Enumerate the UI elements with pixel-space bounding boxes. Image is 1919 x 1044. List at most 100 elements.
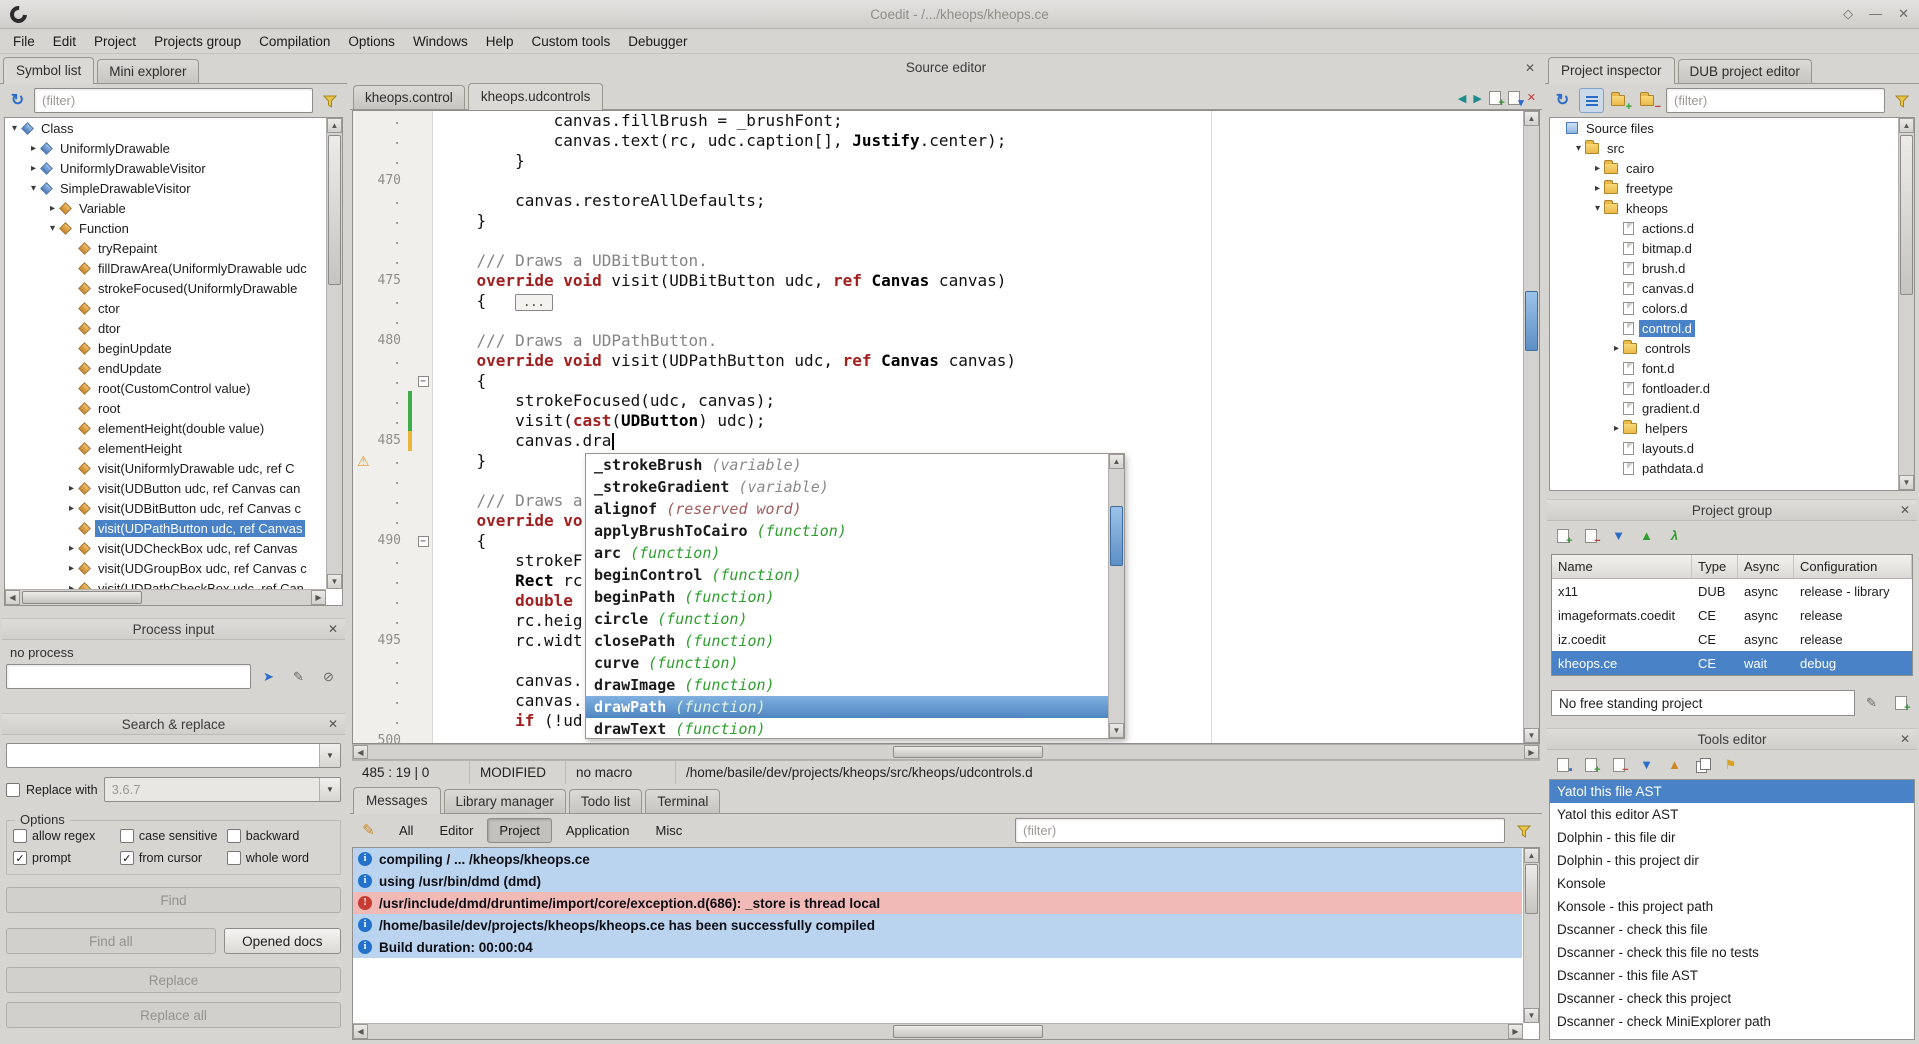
scroll-arrow[interactable]: ▲ xyxy=(1109,454,1124,469)
completion-vscrollbar[interactable]: ▲▼ xyxy=(1108,454,1124,738)
tool-item[interactable]: Dolphin - this file dir xyxy=(1550,826,1914,849)
expand-icon[interactable]: ▸ xyxy=(65,503,78,514)
file-item[interactable]: fontloader.d xyxy=(1550,378,1914,398)
file-item[interactable]: canvas.d xyxy=(1550,278,1914,298)
tools-editor-close-button[interactable]: ✕ xyxy=(1900,732,1910,746)
menu-projects-group[interactable]: Projects group xyxy=(145,31,250,52)
new-document-button[interactable]: + xyxy=(1489,91,1501,105)
code-line[interactable]: . canvas.restoreAllDefaults; xyxy=(353,191,1539,211)
scroll-arrow[interactable]: ◀ xyxy=(353,745,368,759)
fold-collapse-icon[interactable]: − xyxy=(418,536,429,547)
symbol-filter-clear-button[interactable] xyxy=(317,88,342,113)
scroll-arrow[interactable]: ▲ xyxy=(1524,111,1539,126)
opened-docs-button[interactable]: Opened docs xyxy=(224,928,341,954)
completion-item[interactable]: closePath(function) xyxy=(586,630,1124,652)
document-tab-kheops-udcontrols[interactable]: kheops.udcontrols xyxy=(468,83,604,110)
code-line[interactable]: . override void visit(UDPathButton udc, … xyxy=(353,351,1539,371)
symbol-item[interactable]: ▸visit(UDButton udc, ref Canvas can xyxy=(5,478,342,498)
remove-project-button[interactable]: − xyxy=(1578,523,1603,548)
messages-hscrollbar[interactable]: ◀▶ xyxy=(353,1023,1523,1039)
tree-view-toggle-button[interactable] xyxy=(1579,88,1604,113)
scroll-arrow[interactable]: ▶ xyxy=(311,590,326,605)
replace-input[interactable] xyxy=(105,782,319,797)
project-row[interactable]: x11DUBasyncrelease - library xyxy=(1552,579,1912,603)
scroll-thumb[interactable] xyxy=(328,135,341,285)
column-header-type[interactable]: Type xyxy=(1692,555,1738,578)
symbol-item[interactable]: dtor xyxy=(5,318,342,338)
completion-item[interactable]: beginPath(function) xyxy=(586,586,1124,608)
menu-help[interactable]: Help xyxy=(477,31,523,52)
scroll-thumb[interactable] xyxy=(1900,135,1913,295)
refresh-symbols-button[interactable]: ↻ xyxy=(5,88,30,113)
code-line[interactable]: . canvas.text(rc, udc.caption[], Justify… xyxy=(353,131,1539,151)
whole-word-checkbox[interactable] xyxy=(227,851,241,865)
move-project-down-button[interactable]: ▼ xyxy=(1606,523,1631,548)
tab-messages[interactable]: Messages xyxy=(353,787,441,814)
message-row[interactable]: !/usr/include/dmd/druntime/import/core/e… xyxy=(353,892,1522,914)
menu-file[interactable]: File xyxy=(4,31,44,52)
completion-item[interactable]: drawPath(function) xyxy=(586,696,1124,718)
add-folder-button[interactable]: + xyxy=(1608,88,1633,113)
symbol-item[interactable]: elementHeight xyxy=(5,438,342,458)
code-line[interactable]: 480 /// Draws a UDPathButton. xyxy=(353,331,1539,351)
symbol-item[interactable]: tryRepaint xyxy=(5,238,342,258)
from-cursor-checkbox[interactable]: ✓ xyxy=(120,851,134,865)
scroll-thumb[interactable] xyxy=(893,1025,1043,1038)
file-item[interactable]: ▾src xyxy=(1550,138,1914,158)
file-item[interactable]: ▸helpers xyxy=(1550,418,1914,438)
prompt-checkbox[interactable]: ✓ xyxy=(13,851,27,865)
source-editor-close-button[interactable]: ✕ xyxy=(1525,61,1535,75)
code-line[interactable]: . } xyxy=(353,151,1539,171)
code-line[interactable]: . /// Draws a UDBitButton. xyxy=(353,251,1539,271)
tab-todo-list[interactable]: Todo list xyxy=(569,789,643,813)
detach-document-button[interactable]: ▾ xyxy=(1508,91,1520,105)
move-tool-up-button[interactable]: ▲ xyxy=(1662,752,1687,777)
clone-tool-button[interactable] xyxy=(1690,752,1715,777)
expand-icon[interactable]: ▸ xyxy=(65,543,78,554)
window-restore-button[interactable]: ◇ xyxy=(1843,6,1853,22)
completion-item[interactable]: beginControl(function) xyxy=(586,564,1124,586)
scroll-arrow[interactable]: ▲ xyxy=(1524,848,1539,863)
scroll-thumb[interactable] xyxy=(1525,864,1538,914)
close-document-button[interactable]: ✕ xyxy=(1527,91,1536,105)
code-line[interactable]: . } xyxy=(353,211,1539,231)
scroll-arrow[interactable]: ◀ xyxy=(353,1024,368,1039)
remove-folder-button[interactable]: − xyxy=(1637,88,1662,113)
scroll-arrow[interactable]: ▲ xyxy=(1899,118,1914,133)
expand-icon[interactable]: ▸ xyxy=(27,163,40,174)
symbol-item[interactable]: strokeFocused(UniformlyDrawable xyxy=(5,278,342,298)
menu-windows[interactable]: Windows xyxy=(404,31,477,52)
project-row[interactable]: iz.coeditCEasyncrelease xyxy=(1552,627,1912,651)
search-input[interactable] xyxy=(7,748,319,763)
process-cancel-button[interactable]: ⊘ xyxy=(316,664,341,689)
process-send-button[interactable]: ➤ xyxy=(256,664,281,689)
symbol-item[interactable]: root xyxy=(5,398,342,418)
nav-forward-button[interactable]: ▶ xyxy=(1473,92,1481,105)
scroll-thumb[interactable] xyxy=(893,746,1043,758)
symbol-item[interactable]: ctor xyxy=(5,298,342,318)
menu-custom-tools[interactable]: Custom tools xyxy=(522,31,619,52)
completion-item[interactable]: _strokeBrush(variable) xyxy=(586,454,1124,476)
message-row[interactable]: i/home/basile/dev/projects/kheops/kheops… xyxy=(353,914,1522,936)
scroll-arrow[interactable]: ▼ xyxy=(1524,728,1539,743)
symbol-item[interactable]: endUpdate xyxy=(5,358,342,378)
completion-item[interactable]: circle(function) xyxy=(586,608,1124,630)
symbol-item[interactable]: ▾SimpleDrawableVisitor xyxy=(5,178,342,198)
process-edit-button[interactable]: ✎ xyxy=(286,664,311,689)
replace-with-checkbox[interactable] xyxy=(6,783,20,797)
process-input-close-button[interactable]: ✕ xyxy=(328,622,338,636)
symbol-item[interactable]: root(CustomControl value) xyxy=(5,378,342,398)
tool-item[interactable]: Konsole - this project path xyxy=(1550,895,1914,918)
replace-dropdown-button[interactable]: ▼ xyxy=(319,778,340,801)
completion-item[interactable]: drawText(function) xyxy=(586,718,1124,739)
code-line[interactable]: . visit(cast(UDButton) udc); xyxy=(353,411,1539,431)
menu-options[interactable]: Options xyxy=(339,31,404,52)
collapse-icon[interactable]: ▾ xyxy=(27,183,40,194)
tool-item[interactable]: Dscanner - check MiniExplorer path xyxy=(1550,1010,1914,1033)
filter-all-button[interactable]: All xyxy=(387,818,425,843)
scroll-thumb[interactable] xyxy=(1525,291,1538,351)
move-tool-down-button[interactable]: ▼ xyxy=(1634,752,1659,777)
run-tool-button[interactable]: ⚑ xyxy=(1718,752,1743,777)
scroll-arrow[interactable]: ▼ xyxy=(1109,723,1124,738)
search-dropdown-button[interactable]: ▼ xyxy=(319,744,340,767)
